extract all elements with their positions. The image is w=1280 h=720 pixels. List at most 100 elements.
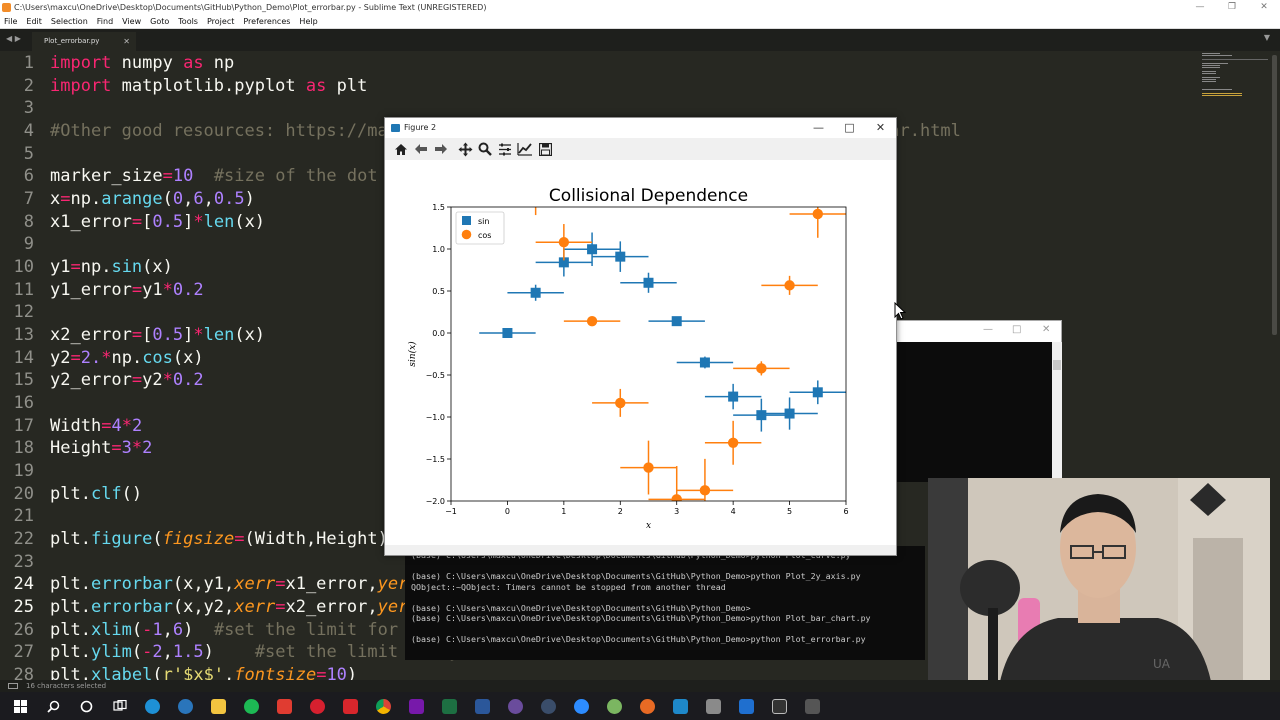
menu-goto[interactable]: Goto <box>150 15 169 28</box>
figure-window[interactable]: Figure 2 — □ ✕ Collisional Dependence −1… <box>384 117 897 556</box>
app-icon[interactable] <box>268 692 301 720</box>
app-icon[interactable] <box>334 692 367 720</box>
spotify-icon[interactable] <box>235 692 268 720</box>
background-window[interactable]: — □ ✕ <box>896 320 1062 482</box>
app-icon[interactable] <box>730 692 763 720</box>
matplotlib-icon <box>391 124 400 132</box>
app-icon[interactable] <box>631 692 664 720</box>
app-icon[interactable] <box>499 692 532 720</box>
menu-selection[interactable]: Selection <box>51 15 88 28</box>
home-icon[interactable] <box>391 139 411 159</box>
data-point-cos <box>756 363 767 374</box>
tab-close-icon[interactable]: ✕ <box>123 32 130 51</box>
cortana-icon[interactable] <box>70 692 103 720</box>
y-tick-label: −0.5 <box>426 371 445 380</box>
x-tick-label: 5 <box>787 507 792 516</box>
tab-dropdown-icon[interactable]: ▼ <box>1264 33 1270 42</box>
terminal-line: ​ <box>411 624 919 635</box>
y-tick-label: −1.0 <box>426 413 445 422</box>
data-point-sin <box>699 357 710 368</box>
maximize-icon[interactable]: □ <box>1012 324 1021 335</box>
configure-subplots-icon[interactable] <box>495 139 515 159</box>
steam-icon[interactable] <box>532 692 565 720</box>
menu-bar: File Edit Selection Find View Goto Tools… <box>0 15 1280 29</box>
figure-toolbar <box>385 138 896 160</box>
data-point-sin <box>671 316 682 327</box>
y-tick-label: 0.5 <box>432 287 445 296</box>
terminal-line: (base) C:\Users\maxcu\OneDrive\Desktop\D… <box>411 634 866 644</box>
y-tick-label: −2.0 <box>426 497 445 506</box>
app-icon[interactable] <box>301 692 334 720</box>
pan-icon[interactable] <box>455 139 475 159</box>
word-icon[interactable] <box>466 692 499 720</box>
windows-start-icon[interactable] <box>4 692 37 720</box>
maximize-icon[interactable]: ❐ <box>1216 0 1248 15</box>
data-point-sin <box>502 328 513 338</box>
x-tick-label: 0 <box>505 507 510 516</box>
zoom-icon[interactable] <box>565 692 598 720</box>
figure-status-bar <box>385 545 896 555</box>
onenote-icon[interactable] <box>400 692 433 720</box>
zoom-icon[interactable] <box>475 139 495 159</box>
terminal-icon[interactable] <box>763 692 796 720</box>
tab-nav-arrows-icon[interactable]: ◀ ▶ <box>6 34 21 43</box>
y-axis-label: sin(x) <box>407 341 418 367</box>
panel-toggle-icon[interactable] <box>8 683 18 689</box>
excel-icon[interactable] <box>433 692 466 720</box>
task-view-icon[interactable] <box>103 692 136 720</box>
minimize-icon[interactable]: — <box>803 118 834 138</box>
save-icon[interactable] <box>535 139 555 159</box>
data-point-cos <box>727 437 739 448</box>
y-tick-label: −1.5 <box>426 455 445 464</box>
close-icon[interactable]: ✕ <box>1248 0 1280 15</box>
edge-icon[interactable] <box>136 692 169 720</box>
menu-file[interactable]: File <box>4 15 17 28</box>
menu-edit[interactable]: Edit <box>26 15 42 28</box>
back-arrow-icon[interactable] <box>411 139 431 159</box>
figure-canvas[interactable]: Collisional Dependence −1 0 1 2 3 4 5 6 1.5 1.0 0.5… <box>385 160 896 545</box>
close-icon[interactable]: ✕ <box>1042 324 1050 335</box>
figure-title: Figure 2 <box>404 123 437 132</box>
file-explorer-icon[interactable] <box>202 692 235 720</box>
data-point-cos <box>586 315 598 327</box>
terminal-line: (base) C:\Users\maxcu\OneDrive\Desktop\D… <box>411 613 871 623</box>
menu-preferences[interactable]: Preferences <box>243 15 290 28</box>
terminal-line: (base) C:\Users\maxcu\OneDrive\Desktop\D… <box>411 571 861 581</box>
close-icon[interactable]: ✕ <box>865 118 896 138</box>
app-icon[interactable] <box>598 692 631 720</box>
steam-icon[interactable] <box>169 692 202 720</box>
webcam-overlay: UA <box>928 478 1270 692</box>
background-window-scrollbar[interactable] <box>1052 342 1062 482</box>
forward-arrow-icon[interactable] <box>431 139 451 159</box>
svg-text:UA: UA <box>1153 657 1171 671</box>
minimap[interactable] <box>1198 51 1270 101</box>
maximize-icon[interactable]: □ <box>834 118 865 138</box>
data-point-cos <box>784 280 795 291</box>
data-point-sin <box>643 277 654 288</box>
minimize-icon[interactable]: — <box>983 324 993 335</box>
terminal-output[interactable]: (base) C:\Users\maxcu\OneDrive\Desktop\D… <box>405 546 925 660</box>
minimize-icon[interactable]: — <box>1184 0 1216 15</box>
edit-axis-icon[interactable] <box>515 139 535 159</box>
x-tick-label: 3 <box>674 507 679 516</box>
app-icon[interactable] <box>664 692 697 720</box>
app-icon[interactable] <box>697 692 730 720</box>
menu-project[interactable]: Project <box>207 15 234 28</box>
menu-tools[interactable]: Tools <box>178 15 198 28</box>
legend-marker-cos <box>461 229 472 240</box>
editor-scrollbar[interactable] <box>1272 55 1277 335</box>
app-icon[interactable] <box>796 692 829 720</box>
search-icon[interactable] <box>37 692 70 720</box>
y-tick-label: 1.0 <box>432 245 445 254</box>
menu-find[interactable]: Find <box>97 15 113 28</box>
tab-plot-errorbar[interactable]: Plot_errorbar.py ✕ <box>32 32 136 51</box>
figure-title-bar[interactable]: Figure 2 — □ ✕ <box>385 118 896 138</box>
data-point-sin <box>784 408 795 419</box>
chrome-icon[interactable] <box>367 692 400 720</box>
data-point-sin <box>756 410 767 421</box>
menu-view[interactable]: View <box>122 15 141 28</box>
menu-help[interactable]: Help <box>299 15 317 28</box>
figure-window-controls: — □ ✕ <box>803 118 896 138</box>
errorbar-chart[interactable]: Collisional Dependence −1 0 1 2 3 4 5 6 1.5 1.0 0.5… <box>385 160 896 545</box>
background-window-body <box>897 342 1052 482</box>
